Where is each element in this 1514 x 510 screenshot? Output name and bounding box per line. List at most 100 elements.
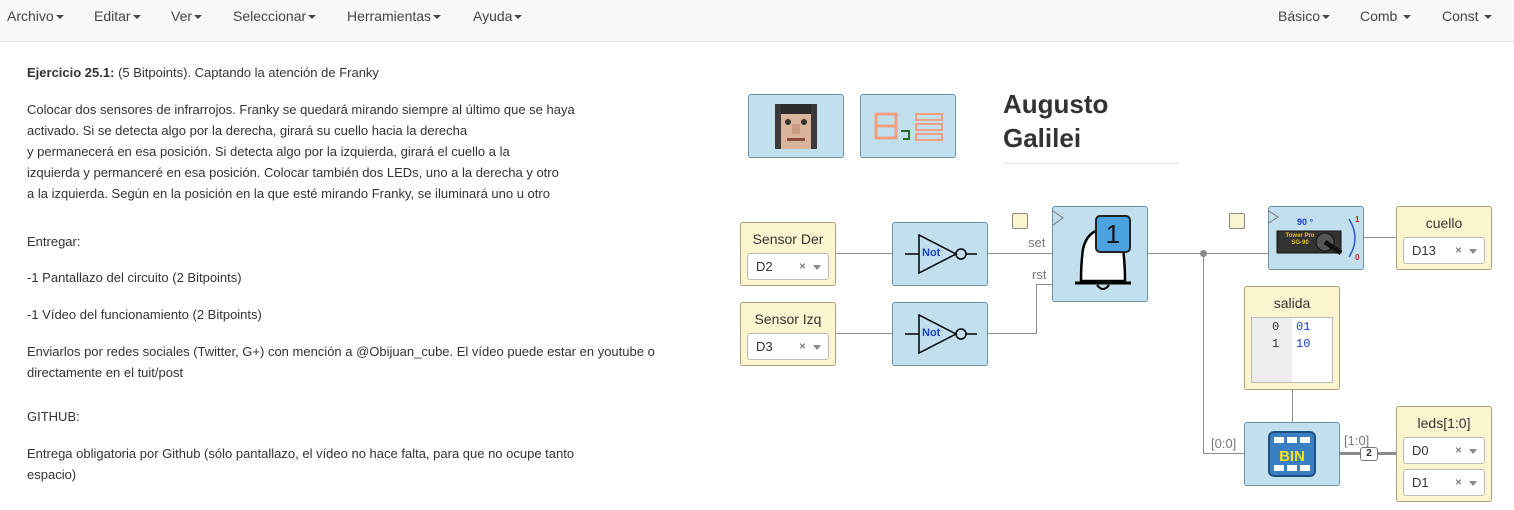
block-title: leds[1:0]: [1417, 415, 1471, 431]
author-first: Augusto: [1003, 89, 1109, 119]
description-line: a la izquierda. Según en la posición en …: [27, 186, 550, 201]
github-paragraph: Entrega obligatoria por Github (sólo pan…: [27, 443, 574, 485]
wire: [1203, 453, 1245, 454]
menu-herramientas[interactable]: Herramientas: [347, 0, 442, 32]
menu-comb[interactable]: Comb: [1360, 0, 1412, 32]
logic-blocks-icon: [874, 112, 943, 141]
deliver-heading: Entregar:: [27, 234, 81, 249]
author-last: Galilei: [1003, 123, 1082, 153]
leds-output-block[interactable]: leds[1:0] D0 × D1 ×: [1396, 406, 1492, 502]
description-line: Colocar dos sensores de infrarrojos. Fra…: [27, 102, 575, 117]
menu-const[interactable]: Const: [1442, 0, 1493, 32]
servo-angle: 90 °: [1297, 217, 1314, 227]
wire: [1363, 237, 1397, 238]
logic-icon-button[interactable]: [860, 94, 956, 158]
memory-table[interactable]: 0 01 1 10: [1251, 317, 1333, 383]
caret-down-icon: [1484, 15, 1493, 20]
wire: [835, 253, 893, 254]
pin-value: D13: [1412, 243, 1436, 258]
exercise-subtitle: (5 Bitpoints). Captando la atención de F…: [114, 65, 379, 80]
pin-select[interactable]: D3 ×: [747, 333, 829, 360]
author-name: Augusto Galilei: [1003, 87, 1108, 155]
block-title: salida: [1273, 295, 1311, 311]
servo-scale-low: 0: [1355, 253, 1360, 262]
clear-icon[interactable]: ×: [799, 254, 806, 279]
clear-icon[interactable]: ×: [1455, 438, 1462, 463]
menu-label: Archivo: [7, 8, 54, 24]
cuello-output-block[interactable]: cuello D13 ×: [1396, 206, 1492, 270]
flipflop-clock-input[interactable]: [1012, 213, 1028, 229]
bin-label: BIN: [1279, 448, 1305, 465]
wire: [1036, 284, 1037, 334]
flipflop-block[interactable]: 1: [1052, 206, 1148, 302]
bin-output-label: [1:0]: [1344, 433, 1370, 448]
not-label: Not: [922, 247, 941, 259]
github-heading: GITHUB:: [27, 409, 80, 424]
memory-value: 01: [1296, 320, 1311, 334]
memory-value: 10: [1296, 337, 1311, 351]
caret-down-icon: [132, 15, 141, 20]
menu-label: Comb: [1360, 8, 1398, 24]
caret-down-icon: [514, 15, 523, 20]
caret-down-icon: [194, 15, 203, 20]
not-gate-block[interactable]: Not: [892, 302, 988, 366]
dropdown-arrow-icon[interactable]: [1469, 449, 1477, 454]
servo-brand: Tower Pro SG-90: [1285, 233, 1315, 246]
flipflop-value-badge: 1: [1095, 215, 1131, 253]
wire: [1203, 253, 1204, 454]
sensor-izq-block[interactable]: Sensor Izq D3 ×: [740, 302, 836, 366]
wire: [987, 333, 1037, 334]
servo-block[interactable]: 90 ° Tower Pro SG-90 1 0: [1268, 206, 1364, 270]
send-paragraph: Enviarlos por redes sociales (Twitter, G…: [27, 341, 655, 383]
block-title: Sensor Der: [752, 231, 824, 247]
servo-input-pin[interactable]: [1229, 213, 1245, 229]
menu-editar[interactable]: Editar: [94, 0, 141, 32]
not-gate-block[interactable]: Not: [892, 222, 988, 286]
clear-icon[interactable]: ×: [1455, 470, 1462, 495]
pin-value: D0: [1412, 443, 1429, 458]
menu-label: Editar: [94, 8, 131, 24]
description-line: y permanecerá en esa posición. Si detect…: [27, 144, 510, 159]
sensor-der-block[interactable]: Sensor Der D2 ×: [740, 222, 836, 286]
dropdown-arrow-icon[interactable]: [813, 345, 821, 350]
pin-value: D1: [1412, 475, 1429, 490]
menu-archivo[interactable]: Archivo: [7, 0, 64, 32]
description-line: izquierda y permanceré en esa posición. …: [27, 165, 559, 180]
wire: [1292, 389, 1293, 422]
dropdown-arrow-icon[interactable]: [1469, 249, 1477, 254]
divider: [1003, 163, 1179, 164]
menu-bar: Archivo Editar Ver Seleccionar Herramien…: [0, 0, 1514, 42]
memory-address: 0: [1272, 320, 1280, 334]
pin-select[interactable]: D2 ×: [747, 253, 829, 280]
franky-image-button[interactable]: [748, 94, 844, 158]
bus-width-badge: 2: [1360, 447, 1378, 461]
menu-label: Ver: [171, 8, 193, 24]
dropdown-arrow-icon[interactable]: [1469, 481, 1477, 486]
bin-block[interactable]: BIN: [1244, 422, 1340, 486]
memory-address: 1: [1272, 337, 1280, 351]
not-label: Not: [922, 327, 941, 339]
send-line: Enviarlos por redes sociales (Twitter, G…: [27, 344, 655, 359]
set-label: set: [1028, 235, 1046, 250]
clear-icon[interactable]: ×: [799, 334, 806, 359]
wire: [1147, 253, 1269, 254]
menu-label: Ayuda: [473, 8, 513, 24]
menu-basico[interactable]: Básico: [1278, 0, 1331, 32]
menu-ver[interactable]: Ver: [171, 0, 203, 32]
menu-ayuda[interactable]: Ayuda: [473, 0, 523, 32]
pin-select[interactable]: D0 ×: [1403, 437, 1485, 464]
pin-value: D2: [756, 259, 773, 274]
pin-select[interactable]: D1 ×: [1403, 469, 1485, 496]
menu-label: Seleccionar: [233, 8, 307, 24]
caret-down-icon: [433, 15, 442, 20]
menu-seleccionar[interactable]: Seleccionar: [233, 0, 317, 32]
caret-down-icon: [55, 15, 64, 20]
pin-select[interactable]: D13 ×: [1403, 237, 1485, 264]
rst-label: rst: [1032, 267, 1047, 282]
clear-icon[interactable]: ×: [1455, 238, 1462, 263]
dropdown-arrow-icon[interactable]: [813, 265, 821, 270]
caret-down-icon: [308, 15, 317, 20]
block-title: Sensor Izq: [754, 311, 822, 327]
wire: [835, 333, 893, 334]
caret-down-icon: [1322, 15, 1331, 20]
